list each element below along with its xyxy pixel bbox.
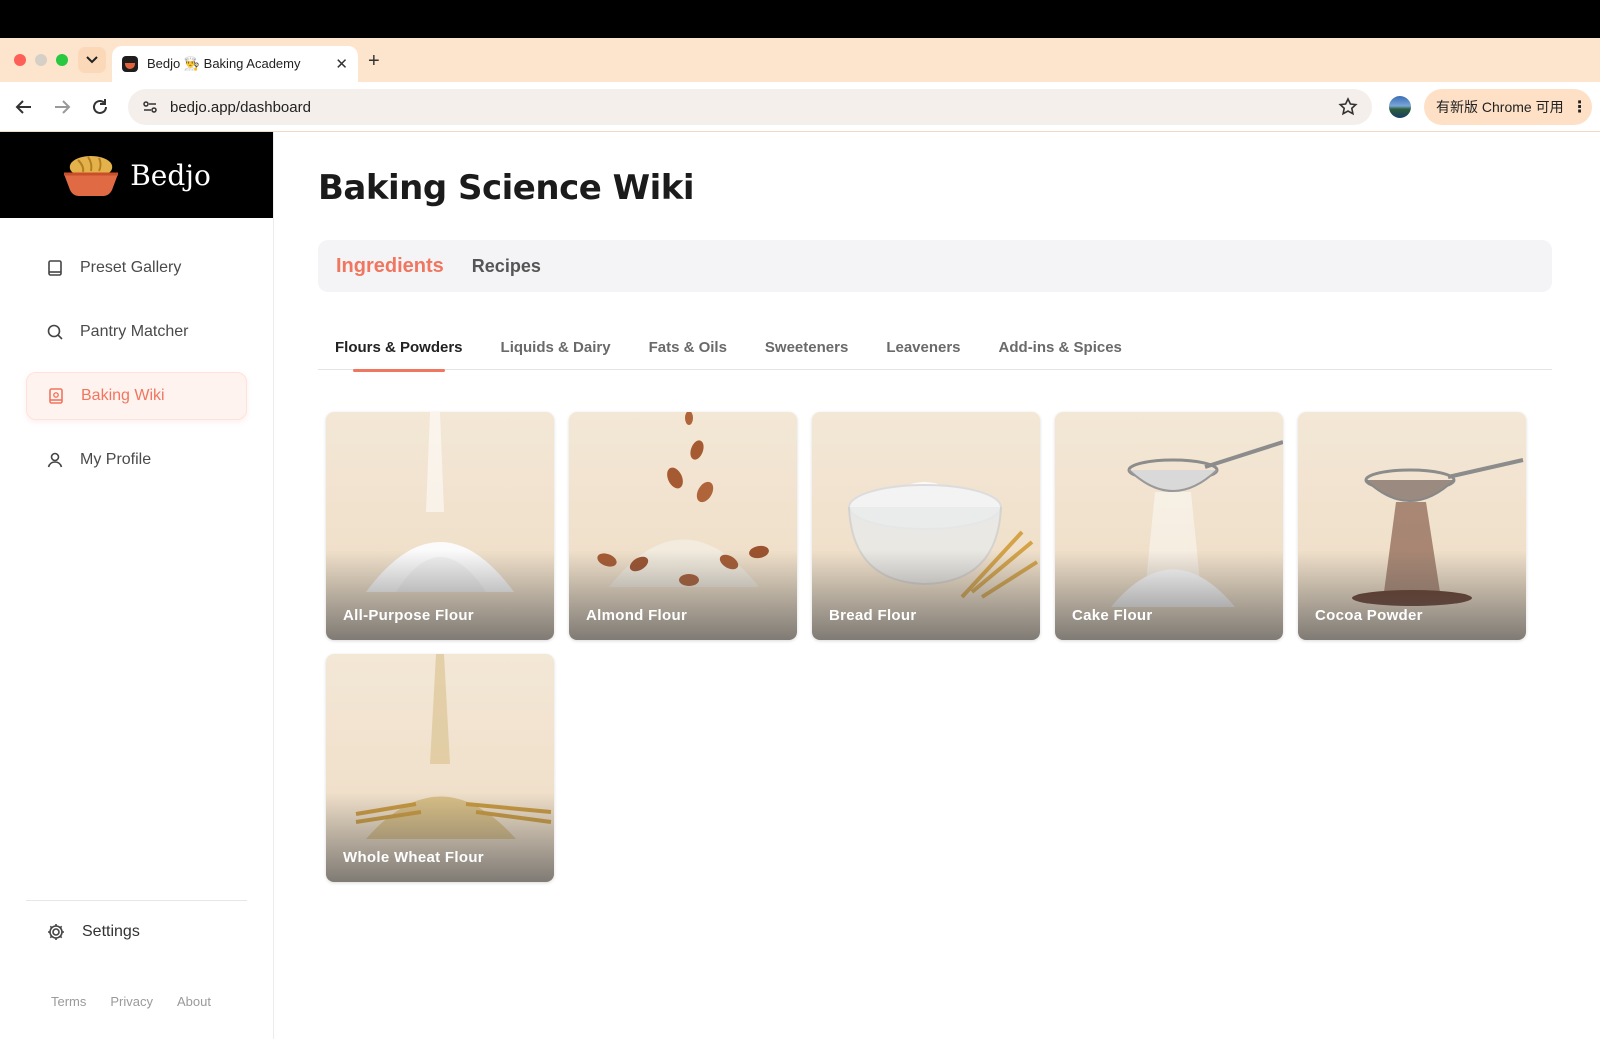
screen-top-bar xyxy=(0,0,1600,38)
tab-add-ins-spices[interactable]: Add-ins & Spices xyxy=(999,327,1122,370)
card-label: Almond Flour xyxy=(586,607,688,624)
site-settings-icon[interactable] xyxy=(142,99,158,115)
bread-bowl-logo-icon xyxy=(64,156,119,196)
minimize-window-button[interactable] xyxy=(35,54,47,66)
search-icon xyxy=(47,324,63,340)
sidebar-item-pantry-matcher[interactable]: Pantry Matcher xyxy=(26,308,247,356)
more-menu-icon[interactable]: ⋮ xyxy=(1572,97,1588,117)
sidebar-item-preset-gallery[interactable]: Preset Gallery xyxy=(26,244,247,292)
tab-title: Bedjo 👨‍🍳 Baking Academy xyxy=(147,56,301,71)
section-tabs: Ingredients Recipes xyxy=(318,240,1552,292)
tab-search-button[interactable] xyxy=(78,47,106,73)
terms-link[interactable]: Terms xyxy=(51,994,86,1009)
browser-tab[interactable]: Bedjo 👨‍🍳 Baking Academy ✕ xyxy=(112,46,358,82)
sidebar-divider xyxy=(26,900,247,901)
gear-icon xyxy=(48,924,64,940)
sidebar-item-baking-wiki[interactable]: Baking Wiki xyxy=(26,372,247,420)
back-icon[interactable] xyxy=(12,95,36,119)
chrome-update-button[interactable]: 有新版 Chrome 可用 ⋮ xyxy=(1424,89,1592,125)
window-controls xyxy=(14,54,68,66)
footer-links: Terms Privacy About xyxy=(51,994,211,1009)
tab-flours-powders[interactable]: Flours & Powders xyxy=(335,327,463,372)
reload-icon[interactable] xyxy=(88,95,112,119)
new-tab-icon[interactable]: + xyxy=(368,50,380,73)
about-link[interactable]: About xyxy=(177,994,211,1009)
brand-header[interactable]: Bedjo xyxy=(0,132,273,218)
address-bar[interactable]: bedjo.app/dashboard xyxy=(128,89,1372,125)
tab-sweeteners[interactable]: Sweeteners xyxy=(765,327,848,370)
main-content: Baking Science Wiki Ingredients Recipes … xyxy=(274,132,1600,1039)
wiki-book-icon xyxy=(49,388,63,404)
page-title: Baking Science Wiki xyxy=(318,168,695,208)
sidebar-item-label: My Profile xyxy=(80,451,152,468)
browser-toolbar: bedjo.app/dashboard 有新版 Chrome 可用 ⋮ xyxy=(0,82,1600,132)
app-root: Bedjo Preset Gallery Pantry Matcher Baki… xyxy=(0,132,1600,1039)
card-label: All-Purpose Flour xyxy=(343,607,474,624)
chrome-update-label: 有新版 Chrome 可用 xyxy=(1436,99,1564,115)
ingredient-card[interactable]: All-Purpose Flour xyxy=(326,412,554,640)
sidebar-item-label: Baking Wiki xyxy=(81,387,165,404)
ingredient-card[interactable]: Almond Flour xyxy=(569,412,797,640)
bookmark-star-icon[interactable] xyxy=(1338,97,1358,117)
card-label: Whole Wheat Flour xyxy=(343,849,484,866)
maximize-window-button[interactable] xyxy=(56,54,68,66)
browser-tab-strip: Bedjo 👨‍🍳 Baking Academy ✕ + xyxy=(0,38,1600,82)
ingredient-card[interactable]: Cake Flour xyxy=(1055,412,1283,640)
sidebar-item-label: Preset Gallery xyxy=(80,259,182,276)
sidebar-item-my-profile[interactable]: My Profile xyxy=(26,436,247,484)
ingredient-card[interactable]: Whole Wheat Flour xyxy=(326,654,554,882)
brand-name: Bedjo xyxy=(130,158,211,192)
tab-leaveners[interactable]: Leaveners xyxy=(886,327,960,370)
close-window-button[interactable] xyxy=(14,54,26,66)
category-tabs: Flours & Powders Liquids & Dairy Fats & … xyxy=(318,327,1552,372)
ingredient-card[interactable]: Bread Flour xyxy=(812,412,1040,640)
card-label: Cake Flour xyxy=(1072,607,1153,624)
privacy-link[interactable]: Privacy xyxy=(110,994,153,1009)
tab-recipes[interactable]: Recipes xyxy=(472,256,541,277)
chevron-down-icon xyxy=(86,56,98,64)
sidebar: Bedjo Preset Gallery Pantry Matcher Baki… xyxy=(0,132,274,1039)
bedjo-favicon-icon xyxy=(122,56,138,72)
ingredient-card[interactable]: Cocoa Powder xyxy=(1298,412,1526,640)
sidebar-item-settings[interactable]: Settings xyxy=(46,922,140,942)
forward-icon[interactable] xyxy=(50,95,74,119)
tab-liquids-dairy[interactable]: Liquids & Dairy xyxy=(501,327,611,370)
card-label: Bread Flour xyxy=(829,607,917,624)
close-tab-icon[interactable]: ✕ xyxy=(335,55,348,73)
settings-label: Settings xyxy=(82,923,140,940)
ingredient-grid: All-Purpose Flour Almond Flour Bread Flo… xyxy=(326,412,1526,882)
user-icon xyxy=(47,452,63,468)
profile-avatar[interactable] xyxy=(1389,96,1411,118)
url-text[interactable]: bedjo.app/dashboard xyxy=(170,99,311,116)
tab-ingredients[interactable]: Ingredients xyxy=(336,255,444,278)
sidebar-nav: Preset Gallery Pantry Matcher Baking Wik… xyxy=(0,218,273,484)
book-icon xyxy=(48,260,62,276)
sidebar-item-label: Pantry Matcher xyxy=(80,323,189,340)
card-label: Cocoa Powder xyxy=(1315,607,1423,624)
tab-fats-oils[interactable]: Fats & Oils xyxy=(649,327,727,370)
